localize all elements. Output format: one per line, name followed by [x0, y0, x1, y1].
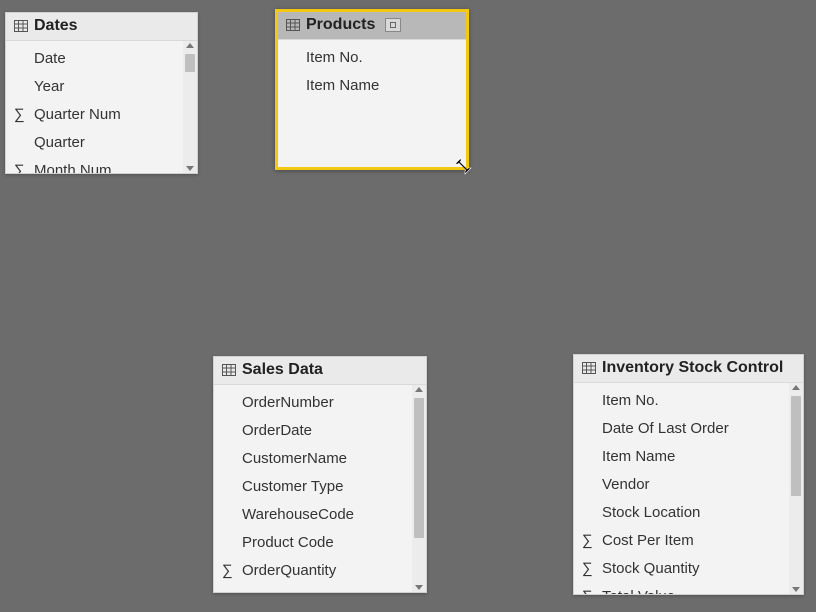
table-card-sales[interactable]: Sales Data OrderNumber OrderDate Custome…	[213, 356, 427, 593]
table-icon	[14, 20, 28, 32]
table-body: OrderNumber OrderDate CustomerName Custo…	[214, 385, 426, 592]
scrollbar[interactable]	[789, 383, 803, 594]
field-row[interactable]: ∑ Cost Per Item	[574, 527, 789, 555]
scrollbar-thumb[interactable]	[414, 398, 424, 538]
scrollbar[interactable]	[183, 41, 197, 173]
field-row[interactable]: Item Name	[278, 72, 466, 100]
field-row[interactable]: ∑ Total Value	[574, 583, 789, 594]
table-icon	[222, 364, 236, 376]
scrollbar-thumb[interactable]	[185, 54, 195, 72]
field-row[interactable]: WarehouseCode	[214, 501, 412, 529]
field-row[interactable]: Vendor	[574, 471, 789, 499]
table-header[interactable]: Inventory Stock Control	[574, 355, 803, 383]
field-list: Item No. Item Name	[278, 40, 466, 167]
field-row[interactable]: ∑ Stock Quantity	[574, 555, 789, 583]
field-label: Stock Location	[602, 501, 700, 525]
table-header[interactable]: Dates	[6, 13, 197, 41]
expand-icon[interactable]	[385, 18, 401, 32]
field-label: Month Num	[34, 159, 112, 173]
scrollbar-track[interactable]	[414, 394, 424, 583]
field-list: Date Year ∑ Quarter Num Quarter ∑ Month Nu…	[6, 41, 183, 173]
table-body: Item No. Date Of Last Order Item Name Ve…	[574, 383, 803, 594]
table-icon	[286, 19, 300, 31]
table-body: Date Year ∑ Quarter Num Quarter ∑ Month Nu…	[6, 41, 197, 173]
field-list: Item No. Date Of Last Order Item Name Ve…	[574, 383, 789, 594]
field-label: Item Name	[602, 445, 675, 469]
field-row[interactable]: Stock Location	[574, 499, 789, 527]
sigma-icon: ∑	[14, 159, 25, 173]
field-label: Quarter	[34, 131, 85, 155]
table-header[interactable]: Products	[278, 12, 466, 40]
field-row[interactable]: Item No.	[574, 387, 789, 415]
field-label: Vendor	[602, 473, 650, 497]
field-row[interactable]: Item No.	[278, 44, 466, 72]
field-row[interactable]: ∑ Quarter Num	[6, 101, 183, 129]
field-row[interactable]: Customer Type	[214, 473, 412, 501]
sigma-icon: ∑	[582, 557, 593, 581]
table-card-dates[interactable]: Dates Date Year ∑ Quarter Num Quarter ∑ Mo…	[5, 12, 198, 174]
scroll-up-icon[interactable]	[415, 387, 423, 392]
field-row[interactable]: Date	[6, 45, 183, 73]
sigma-icon: ∑	[222, 559, 233, 583]
scroll-down-icon[interactable]	[186, 166, 194, 171]
sigma-icon: ∑	[14, 103, 25, 127]
table-header[interactable]: Sales Data	[214, 357, 426, 385]
field-row[interactable]: CustomerName	[214, 445, 412, 473]
field-label: Quarter Num	[34, 103, 121, 127]
field-label: Total Value	[602, 585, 675, 594]
table-title: Products	[306, 16, 375, 34]
field-label: OrderNumber	[242, 391, 334, 415]
field-row[interactable]: OrderDate	[214, 417, 412, 445]
table-card-products[interactable]: Products Item No. Item Name	[275, 9, 469, 170]
scroll-up-icon[interactable]	[792, 385, 800, 390]
scrollbar[interactable]	[412, 385, 426, 592]
field-label: Year	[34, 75, 64, 99]
table-icon	[582, 362, 596, 374]
field-label: Stock Quantity	[602, 557, 700, 581]
field-label: Cost Per Item	[602, 529, 694, 553]
table-title: Dates	[34, 17, 78, 35]
table-body: Item No. Item Name	[278, 40, 466, 167]
field-label: Product Code	[242, 531, 334, 555]
field-row[interactable]: Item Name	[574, 443, 789, 471]
scroll-up-icon[interactable]	[186, 43, 194, 48]
field-list: OrderNumber OrderDate CustomerName Custo…	[214, 385, 412, 592]
field-label: WarehouseCode	[242, 503, 354, 527]
field-label: Item Name	[306, 74, 379, 98]
sigma-icon: ∑	[582, 585, 593, 594]
sigma-icon: ∑	[222, 587, 233, 592]
field-label: Customer Type	[242, 475, 343, 499]
table-title: Inventory Stock Control	[602, 359, 783, 377]
scroll-down-icon[interactable]	[415, 585, 423, 590]
field-row[interactable]: OrderNumber	[214, 389, 412, 417]
field-row[interactable]: ∑ OrderQuantity	[214, 557, 412, 585]
scrollbar-track[interactable]	[791, 392, 801, 585]
scrollbar-thumb[interactable]	[791, 396, 801, 496]
field-label: Date Of Last Order	[602, 417, 729, 441]
table-card-inventory[interactable]: Inventory Stock Control Item No. Date Of…	[573, 354, 804, 595]
field-label: OrderQuantity	[242, 559, 336, 583]
field-row[interactable]: ∑ UnitPrice	[214, 585, 412, 592]
field-label: OrderDate	[242, 419, 312, 443]
field-label: CustomerName	[242, 447, 347, 471]
field-label: Date	[34, 47, 66, 71]
scroll-down-icon[interactable]	[792, 587, 800, 592]
field-label: Item No.	[602, 389, 659, 413]
field-row[interactable]: Product Code	[214, 529, 412, 557]
field-label: UnitPrice	[242, 587, 303, 592]
field-row[interactable]: Quarter	[6, 129, 183, 157]
field-row[interactable]: ∑ Month Num	[6, 157, 183, 173]
field-row[interactable]: Year	[6, 73, 183, 101]
sigma-icon: ∑	[582, 529, 593, 553]
table-title: Sales Data	[242, 361, 323, 379]
field-row[interactable]: Date Of Last Order	[574, 415, 789, 443]
field-label: Item No.	[306, 46, 363, 70]
scrollbar-track[interactable]	[185, 50, 195, 164]
